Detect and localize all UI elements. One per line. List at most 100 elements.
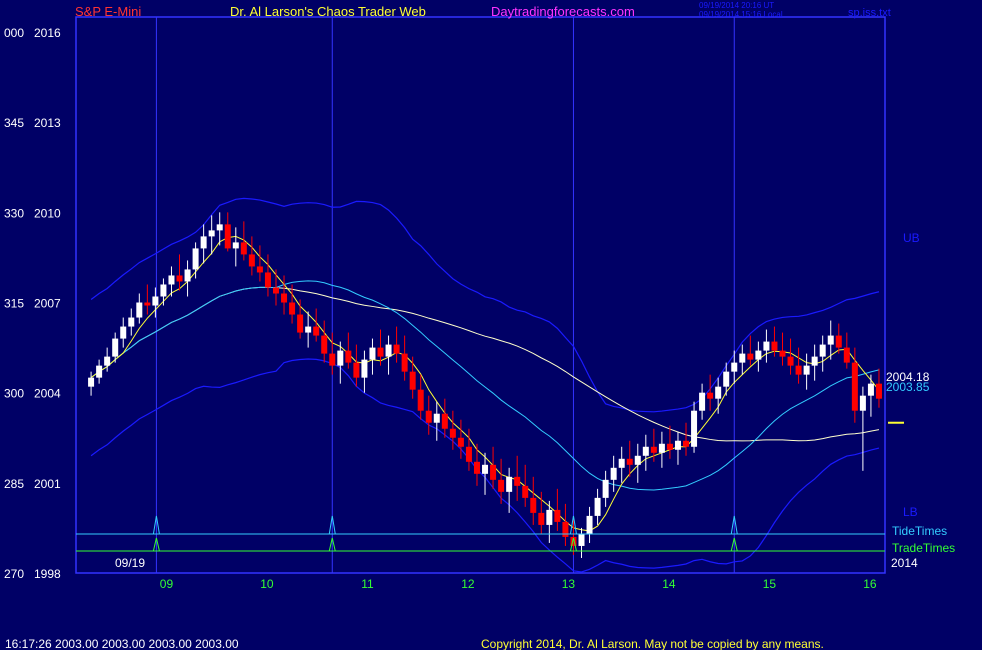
- candle-body: [305, 326, 312, 333]
- start-date-label: 09/19: [115, 556, 145, 570]
- candle-body: [707, 392, 714, 399]
- y-tick-label-left: 345: [4, 116, 24, 130]
- candle-body: [771, 341, 778, 351]
- candle-body: [811, 356, 818, 366]
- candle-body: [843, 347, 850, 363]
- candle-body: [715, 386, 722, 399]
- y-tick-label-right: 2013: [34, 116, 61, 130]
- last-price-label-secondary: 2003.85: [886, 380, 930, 394]
- y-tick-label-left: 300: [4, 387, 24, 401]
- symbol-title: S&P E-Mini: [75, 4, 141, 19]
- y-tick-label-left: 000: [4, 26, 24, 40]
- app-title: Dr. Al Larson's Chaos Trader Web: [230, 4, 426, 19]
- candle-body: [88, 377, 95, 387]
- y-tick-label-left: 330: [4, 206, 24, 220]
- x-tick-label: 11: [361, 577, 374, 591]
- y-tick-label-right: 2004: [34, 387, 61, 401]
- candle-body: [465, 446, 472, 462]
- candle-body: [272, 287, 279, 294]
- candle-body: [482, 464, 489, 474]
- candle-body: [490, 464, 497, 480]
- trade-times-legend: TradeTimes: [892, 541, 955, 555]
- candle-body: [208, 230, 215, 237]
- y-tick-label-right: 2007: [34, 297, 61, 311]
- candle-body: [393, 344, 400, 354]
- candle-body: [755, 350, 762, 360]
- candle-body: [144, 302, 151, 306]
- tide-times-legend: TideTimes: [892, 524, 947, 538]
- candle-body: [200, 236, 207, 249]
- candle-body: [498, 479, 505, 492]
- candle-body: [506, 476, 513, 492]
- candle-body: [803, 365, 810, 375]
- candle-body: [779, 350, 786, 357]
- candle-body: [691, 410, 698, 447]
- candle-body: [867, 383, 874, 396]
- candle-body: [650, 446, 657, 453]
- candle-body: [184, 269, 191, 282]
- y-tick-label-right: 2010: [34, 206, 61, 220]
- candle-body: [851, 362, 858, 411]
- stamp-local: 09/19/2014 15:16 Local: [699, 10, 783, 19]
- status-readout: 16:17:26 2003.00 2003.00 2003.00 2003.00: [5, 637, 239, 650]
- lower-band-label: LB: [903, 505, 918, 519]
- candle-body: [594, 497, 601, 516]
- y-tick-label-right: 2001: [34, 477, 61, 491]
- candle-body: [289, 302, 296, 315]
- candle-body: [859, 395, 866, 411]
- candle-body: [401, 353, 408, 372]
- candle-body: [232, 242, 239, 249]
- candle-body: [96, 365, 103, 378]
- candle-body: [136, 302, 143, 318]
- data-file-label: sp.iss.txt: [848, 7, 891, 19]
- candle-body: [281, 293, 288, 303]
- candle-body: [618, 458, 625, 468]
- upper-band-label: UB: [903, 231, 920, 245]
- candle-body: [578, 533, 585, 546]
- candle-body: [248, 254, 255, 267]
- x-tick-label: 09: [160, 577, 174, 591]
- candle-body: [240, 242, 247, 255]
- y-tick-label-left: 270: [4, 567, 24, 581]
- candle-body: [739, 353, 746, 363]
- candle-body: [731, 362, 738, 372]
- chart-area: 000 2016 345 2013 330 2010 315 2007 300 2004 285 20…: [4, 1, 955, 650]
- candle-body: [369, 347, 376, 360]
- candle-body: [329, 353, 336, 366]
- candle-body: [602, 479, 609, 498]
- candle-body: [128, 317, 135, 327]
- x-tick-label: 13: [562, 577, 576, 591]
- candle-body: [313, 326, 320, 336]
- slow-average-line: [90, 286, 880, 442]
- candle-body: [473, 461, 480, 474]
- candle-body: [104, 356, 111, 366]
- candle-body: [546, 509, 553, 525]
- candle-body: [425, 410, 432, 423]
- copyright-notice: Copyright 2014, Dr. Al Larson. May not b…: [481, 637, 824, 650]
- candle-body: [795, 365, 802, 375]
- x-tick-label: 16: [863, 577, 877, 591]
- x-tick-label: 15: [763, 577, 777, 591]
- candle-body: [562, 521, 569, 537]
- candle-body: [377, 347, 384, 357]
- candle-body: [441, 413, 448, 429]
- candle-body: [449, 428, 456, 438]
- candle-body: [345, 350, 352, 363]
- candle-body: [514, 476, 521, 486]
- candle-body: [610, 467, 617, 480]
- candle-body: [626, 458, 633, 465]
- candle-body: [433, 413, 440, 423]
- candle-body: [642, 446, 649, 456]
- candle-body: [337, 350, 344, 366]
- candle-body: [538, 512, 545, 525]
- candle-body: [658, 443, 665, 453]
- end-year-label: 2014: [891, 556, 918, 570]
- candle-body: [835, 335, 842, 348]
- candle-body: [554, 509, 561, 522]
- stamp-ut: 09/19/2014 20:16 UT: [699, 1, 774, 10]
- candle-body: [120, 326, 127, 339]
- candle-body: [176, 275, 183, 282]
- candle-body: [297, 314, 304, 333]
- candle-body: [417, 389, 424, 411]
- candle-body: [674, 440, 681, 450]
